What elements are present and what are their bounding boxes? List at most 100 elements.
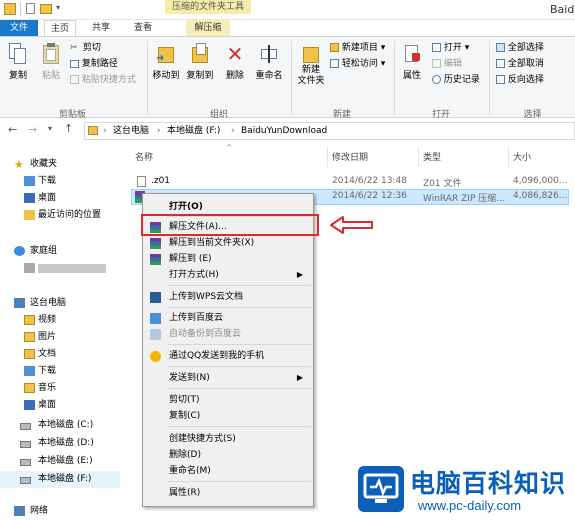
history-icon xyxy=(432,75,441,84)
computer-icon xyxy=(14,298,25,308)
breadcrumb-drive[interactable]: 本地磁盘 (F:) xyxy=(167,125,220,137)
select-none-icon xyxy=(496,59,505,68)
menu-item-open-with[interactable]: 打开方式(H) ▶ xyxy=(145,266,311,284)
navigation-pane: ★ 收藏夹 下载 桌面 最近访问的位置 家庭组 这台电脑 视频 图片 文档 下载 … xyxy=(0,143,120,520)
column-separator[interactable] xyxy=(508,147,509,167)
chevron-down-icon[interactable]: ▾ xyxy=(48,124,52,133)
tab-home[interactable]: 主页 xyxy=(44,20,76,36)
select-all-icon xyxy=(496,43,505,52)
chevron-down-icon: ▾ xyxy=(464,43,470,53)
menu-separator xyxy=(167,344,311,345)
invert-selection-button[interactable]: 反向选择 xyxy=(496,75,544,86)
nav-item-videos[interactable]: 视频 xyxy=(0,312,120,329)
edit-button[interactable]: 编辑 xyxy=(432,59,462,70)
menu-item-upload-wps[interactable]: 上传到WPS云文档 xyxy=(145,288,311,306)
rename-button[interactable]: 重命名 xyxy=(252,43,286,82)
column-separator[interactable] xyxy=(418,147,419,167)
cut-label: 剪切 xyxy=(82,43,101,53)
group-separator xyxy=(394,41,395,115)
new-folder-icon xyxy=(302,43,320,65)
new-item-icon xyxy=(330,43,339,52)
breadcrumb-separator-icon[interactable]: › xyxy=(103,125,107,137)
winrar-icon xyxy=(150,238,161,249)
menu-item-auto-backup[interactable]: 自动备份到百度云 xyxy=(145,325,311,343)
nav-item-desktop[interactable]: 桌面 xyxy=(0,190,120,207)
nav-item-downloads-pc[interactable]: 下载 xyxy=(0,363,120,380)
column-separator[interactable] xyxy=(327,147,328,167)
nav-item-homegroup-user[interactable] xyxy=(0,260,120,277)
breadcrumb-separator-icon[interactable]: › xyxy=(231,125,235,137)
network-icon xyxy=(14,506,25,516)
nav-item-pictures[interactable]: 图片 xyxy=(0,329,120,346)
tab-extract[interactable]: 解压缩 xyxy=(186,20,230,36)
menu-item-send-qq[interactable]: 通过QQ发送到我的手机 xyxy=(145,347,311,365)
table-row[interactable]: .z01 2014/6/22 13:48 Z01 文件 4,096,000... xyxy=(131,174,569,189)
nav-item-recent[interactable]: 最近访问的位置 xyxy=(0,207,120,224)
menu-item-copy[interactable]: 复制(C) xyxy=(145,407,311,425)
column-name[interactable]: 名称 xyxy=(135,150,153,163)
desktop-icon xyxy=(24,400,35,410)
nav-item-music[interactable]: 音乐 xyxy=(0,380,120,397)
tab-view[interactable]: 查看 xyxy=(124,20,162,36)
new-folder-button[interactable]: 新建 文件夹 xyxy=(294,43,328,87)
history-button[interactable]: 历史记录 xyxy=(432,75,480,86)
nav-item-desktop-pc[interactable]: 桌面 xyxy=(0,397,120,414)
nav-item-disk-c[interactable]: 本地磁盘 (C:) xyxy=(0,417,120,434)
back-arrow-icon[interactable]: ← xyxy=(8,123,17,136)
select-none-label: 全部取消 xyxy=(507,59,544,69)
breadcrumb-computer[interactable]: 这台电脑 xyxy=(113,125,149,137)
easy-access-label: 轻松访问 xyxy=(341,59,378,69)
menu-item-rename[interactable]: 重命名(M) xyxy=(145,462,311,480)
copy-path-button[interactable]: 复制路径 xyxy=(70,59,118,70)
group-separator xyxy=(489,41,490,115)
breadcrumb-separator-icon[interactable]: › xyxy=(157,125,161,137)
tab-file[interactable]: 文件 xyxy=(0,20,38,36)
select-all-label: 全部选择 xyxy=(507,43,544,53)
qq-penguin-icon xyxy=(150,351,161,362)
forward-arrow-icon[interactable]: → xyxy=(28,123,37,136)
nav-item-downloads[interactable]: 下载 xyxy=(0,173,120,190)
properties-button[interactable]: 属性 xyxy=(398,43,426,82)
up-arrow-icon[interactable]: ↑ xyxy=(64,122,73,135)
easy-access-button[interactable]: 轻松访问 ▾ xyxy=(330,59,385,70)
nav-item-disk-e[interactable]: 本地磁盘 (E:) xyxy=(0,453,120,470)
move-to-button[interactable]: ➜ 移动到 xyxy=(150,43,182,82)
nav-item-disk-f[interactable]: 本地磁盘 (F:) xyxy=(0,471,120,488)
nav-item-disk-d[interactable]: 本地磁盘 (D:) xyxy=(0,435,120,452)
nav-item-favorites[interactable]: ★ 收藏夹 xyxy=(0,156,120,173)
new-folder-quick-icon[interactable] xyxy=(40,4,52,14)
disk-icon xyxy=(20,459,31,466)
nav-item-documents[interactable]: 文档 xyxy=(0,346,120,363)
scissors-icon: ✂ xyxy=(70,43,78,53)
copy-to-icon xyxy=(190,43,210,65)
select-all-button[interactable]: 全部选择 xyxy=(496,43,544,54)
nav-item-this-pc[interactable]: 这台电脑 xyxy=(0,295,120,312)
tab-share[interactable]: 共享 xyxy=(84,20,118,36)
properties-quick-icon[interactable] xyxy=(26,3,35,14)
copy-button[interactable]: 复制 xyxy=(4,43,32,82)
menu-item-properties[interactable]: 属性(R) xyxy=(145,484,311,502)
column-modified[interactable]: 修改日期 xyxy=(332,150,368,163)
select-none-button[interactable]: 全部取消 xyxy=(496,59,544,70)
copy-to-button[interactable]: 复制到 xyxy=(184,43,216,82)
delete-button[interactable]: ✕ 删除 xyxy=(222,43,248,82)
file-type: Z01 文件 xyxy=(423,179,462,189)
menu-item-send-to[interactable]: 发送到(N) ▶ xyxy=(145,369,311,387)
chevron-down-icon[interactable]: ▾ xyxy=(56,3,60,12)
redacted-username xyxy=(38,264,106,273)
cut-button[interactable]: ✂ 剪切 xyxy=(70,43,101,54)
new-item-button[interactable]: 新建项目 ▾ xyxy=(330,43,385,54)
file-icon xyxy=(137,176,146,187)
nav-item-homegroup[interactable]: 家庭组 xyxy=(0,243,120,260)
column-type[interactable]: 类型 xyxy=(423,150,441,163)
properties-label: 属性 xyxy=(402,71,421,81)
paste-shortcut-button[interactable]: 粘贴快捷方式 xyxy=(70,75,136,86)
breadcrumb-folder[interactable]: BaiduYunDownload xyxy=(241,125,327,137)
column-size[interactable]: 大小 xyxy=(513,150,531,163)
move-to-icon: ➜ xyxy=(156,43,176,65)
open-button[interactable]: 打开 ▾ xyxy=(432,43,469,54)
address-bar[interactable]: › 这台电脑 › 本地磁盘 (F:) › BaiduYunDownload xyxy=(84,122,575,140)
menu-separator xyxy=(167,481,311,482)
nav-item-network[interactable]: 网络 xyxy=(0,503,120,520)
paste-button[interactable]: 粘贴 xyxy=(36,43,66,82)
